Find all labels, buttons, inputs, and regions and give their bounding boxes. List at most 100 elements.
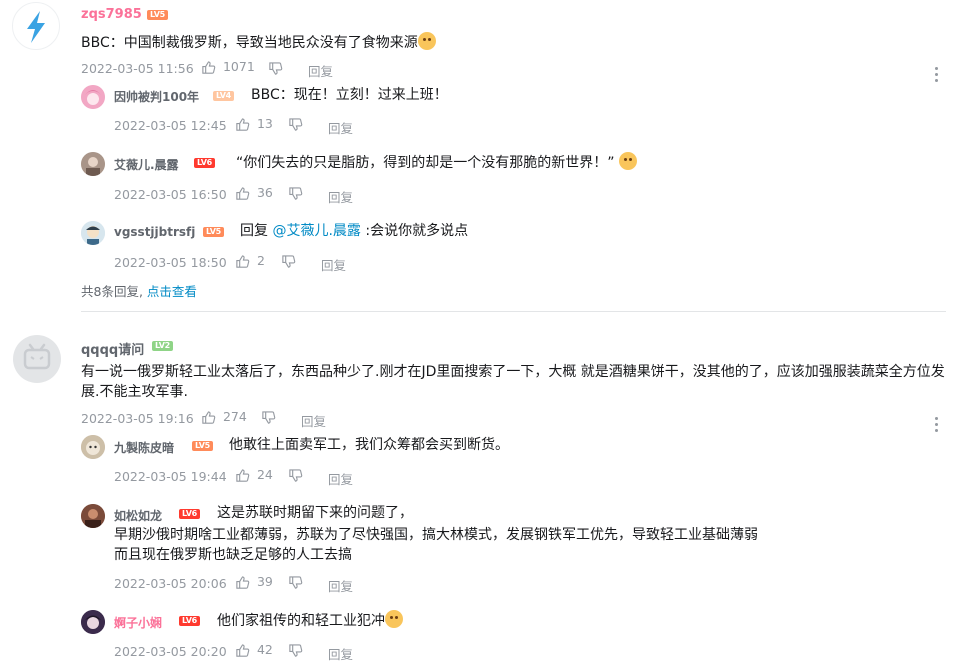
- reply-prefix: 回复: [240, 223, 268, 239]
- reply-time: 2022-03-05 20:06: [114, 576, 227, 591]
- avatar[interactable]: [12, 2, 60, 50]
- comment-text: 有一说一俄罗斯轻工业太落后了，东西品种少了.刚才在JD里面搜索了一下，大概 就是…: [81, 364, 945, 400]
- thumb-up-icon: [202, 411, 216, 424]
- reply-time: 2022-03-05 12:45: [114, 118, 227, 133]
- reply-text-line: 早期沙俄时期啥工业都薄弱，苏联为了尽快强国，搞大林模式，发展钢铁军工优先，导致轻…: [114, 527, 758, 543]
- avatar[interactable]: [81, 85, 105, 109]
- divider: [81, 311, 946, 312]
- like-button[interactable]: 2: [235, 253, 265, 269]
- level-badge: LV6: [179, 616, 200, 626]
- photo-avatar-icon: [81, 152, 105, 176]
- username[interactable]: zqs7985: [81, 7, 142, 22]
- thumb-up-icon: [202, 61, 216, 74]
- reply-text-body: :会说你就多说点: [365, 223, 469, 239]
- username[interactable]: 因帅被判100年: [114, 88, 199, 105]
- like-button[interactable]: 39: [235, 574, 273, 590]
- view-all-replies-link[interactable]: 点击查看: [147, 284, 197, 299]
- photo-avatar-icon: [81, 504, 105, 528]
- like-button[interactable]: 24: [235, 467, 273, 483]
- comment-time: 2022-03-05 19:16: [81, 411, 194, 426]
- reply-time: 2022-03-05 18:50: [114, 255, 227, 270]
- like-count: 13: [256, 116, 273, 131]
- level-badge: LV5: [203, 227, 224, 237]
- reply-button[interactable]: 回复: [328, 576, 353, 595]
- avatar[interactable]: [81, 610, 105, 634]
- cat-avatar-icon: [81, 435, 105, 459]
- anime-avatar-icon: [81, 610, 105, 634]
- thumb-up-icon: [236, 469, 250, 482]
- username[interactable]: vgsstjjbtrsfj: [114, 225, 195, 239]
- thumb-down-icon[interactable]: [288, 575, 303, 590]
- reply-text-line: 而且现在俄罗斯也缺乏足够的人工去搞: [114, 547, 352, 563]
- username[interactable]: 艾薇儿.晨露: [114, 156, 179, 173]
- like-button[interactable]: 42: [235, 642, 273, 658]
- reply-time: 2022-03-05 19:44: [114, 469, 227, 484]
- comment-text: BBC：中国制裁俄罗斯，导致当地民众没有了食物来源: [81, 32, 436, 53]
- avatar[interactable]: [81, 221, 105, 245]
- reply-text: “你们失去的只是脂肪，得到的却是一个没有那脆的新世界！”: [236, 152, 637, 173]
- level-badge: LV4: [213, 91, 234, 101]
- avatar[interactable]: [13, 335, 61, 383]
- emoji-icon: [618, 152, 637, 170]
- reply-text: 他们家祖传的和轻工业犯冲: [217, 610, 403, 631]
- level-badge: LV5: [192, 441, 213, 451]
- reply-text: BBC：现在！立刻！过来上班！: [251, 87, 448, 103]
- lightning-icon: [27, 11, 45, 43]
- username[interactable]: qqqq请问: [81, 339, 144, 358]
- reply-button[interactable]: 回复: [301, 411, 326, 430]
- like-button[interactable]: 13: [235, 116, 273, 132]
- like-count: 39: [256, 574, 273, 589]
- anime-avatar-icon: [81, 85, 105, 109]
- emoji-icon: [417, 32, 436, 50]
- comment-time: 2022-03-05 11:56: [81, 61, 194, 76]
- reply-text-body: “你们失去的只是脂肪，得到的却是一个没有那脆的新世界！”: [236, 155, 615, 171]
- thumb-down-icon[interactable]: [281, 254, 296, 269]
- username[interactable]: 婀子小娴: [114, 614, 162, 631]
- avatar[interactable]: [81, 435, 105, 459]
- level-badge: LV2: [152, 341, 173, 351]
- thumb-up-icon: [236, 255, 250, 268]
- comment-text-body: BBC：中国制裁俄罗斯，导致当地民众没有了食物来源: [81, 35, 418, 51]
- avatar[interactable]: [81, 152, 105, 176]
- reply-button[interactable]: 回复: [328, 118, 353, 137]
- level-badge: LV5: [147, 10, 168, 20]
- like-button[interactable]: 1071: [201, 59, 255, 75]
- thumb-down-icon[interactable]: [261, 410, 276, 425]
- like-count: 274: [222, 409, 247, 424]
- reply-summary: 共8条回复, 点击查看: [81, 281, 197, 300]
- reply-button[interactable]: 回复: [321, 255, 346, 274]
- like-count: 2: [256, 253, 265, 268]
- like-count: 24: [256, 467, 273, 482]
- thumb-down-icon[interactable]: [288, 186, 303, 201]
- thumb-up-icon: [236, 576, 250, 589]
- reply-button[interactable]: 回复: [308, 61, 333, 80]
- reply-text: 这是苏联时期留下来的问题了，: [217, 505, 413, 521]
- thumb-up-icon: [236, 187, 250, 200]
- reply-time: 2022-03-05 16:50: [114, 187, 227, 202]
- username[interactable]: 如松如龙: [114, 507, 162, 524]
- reply-count-text: 共8条回复,: [81, 284, 143, 299]
- thumb-down-icon[interactable]: [288, 117, 303, 132]
- like-button[interactable]: 274: [201, 409, 247, 425]
- more-options-icon[interactable]: [935, 417, 939, 435]
- like-count: 36: [256, 185, 273, 200]
- emoji-icon: [385, 610, 403, 628]
- thumb-down-icon[interactable]: [268, 61, 283, 76]
- avatar[interactable]: [81, 504, 105, 528]
- like-button[interactable]: 36: [235, 185, 273, 201]
- like-count: 1071: [222, 59, 255, 74]
- reply-button[interactable]: 回复: [328, 187, 353, 206]
- thumb-down-icon[interactable]: [288, 643, 303, 658]
- thumb-down-icon[interactable]: [288, 468, 303, 483]
- level-badge: LV6: [179, 509, 200, 519]
- like-count: 42: [256, 642, 273, 657]
- thumb-up-icon: [236, 644, 250, 657]
- reply-button[interactable]: 回复: [328, 469, 353, 488]
- username[interactable]: 九製陈皮暗: [114, 439, 174, 456]
- reply-button[interactable]: 回复: [328, 644, 353, 663]
- level-badge: LV6: [194, 158, 215, 168]
- mention-link[interactable]: @艾薇儿.晨露: [272, 223, 360, 239]
- more-options-icon[interactable]: [935, 67, 939, 85]
- thumb-up-icon: [236, 118, 250, 131]
- cartoon-avatar-icon: [81, 221, 105, 245]
